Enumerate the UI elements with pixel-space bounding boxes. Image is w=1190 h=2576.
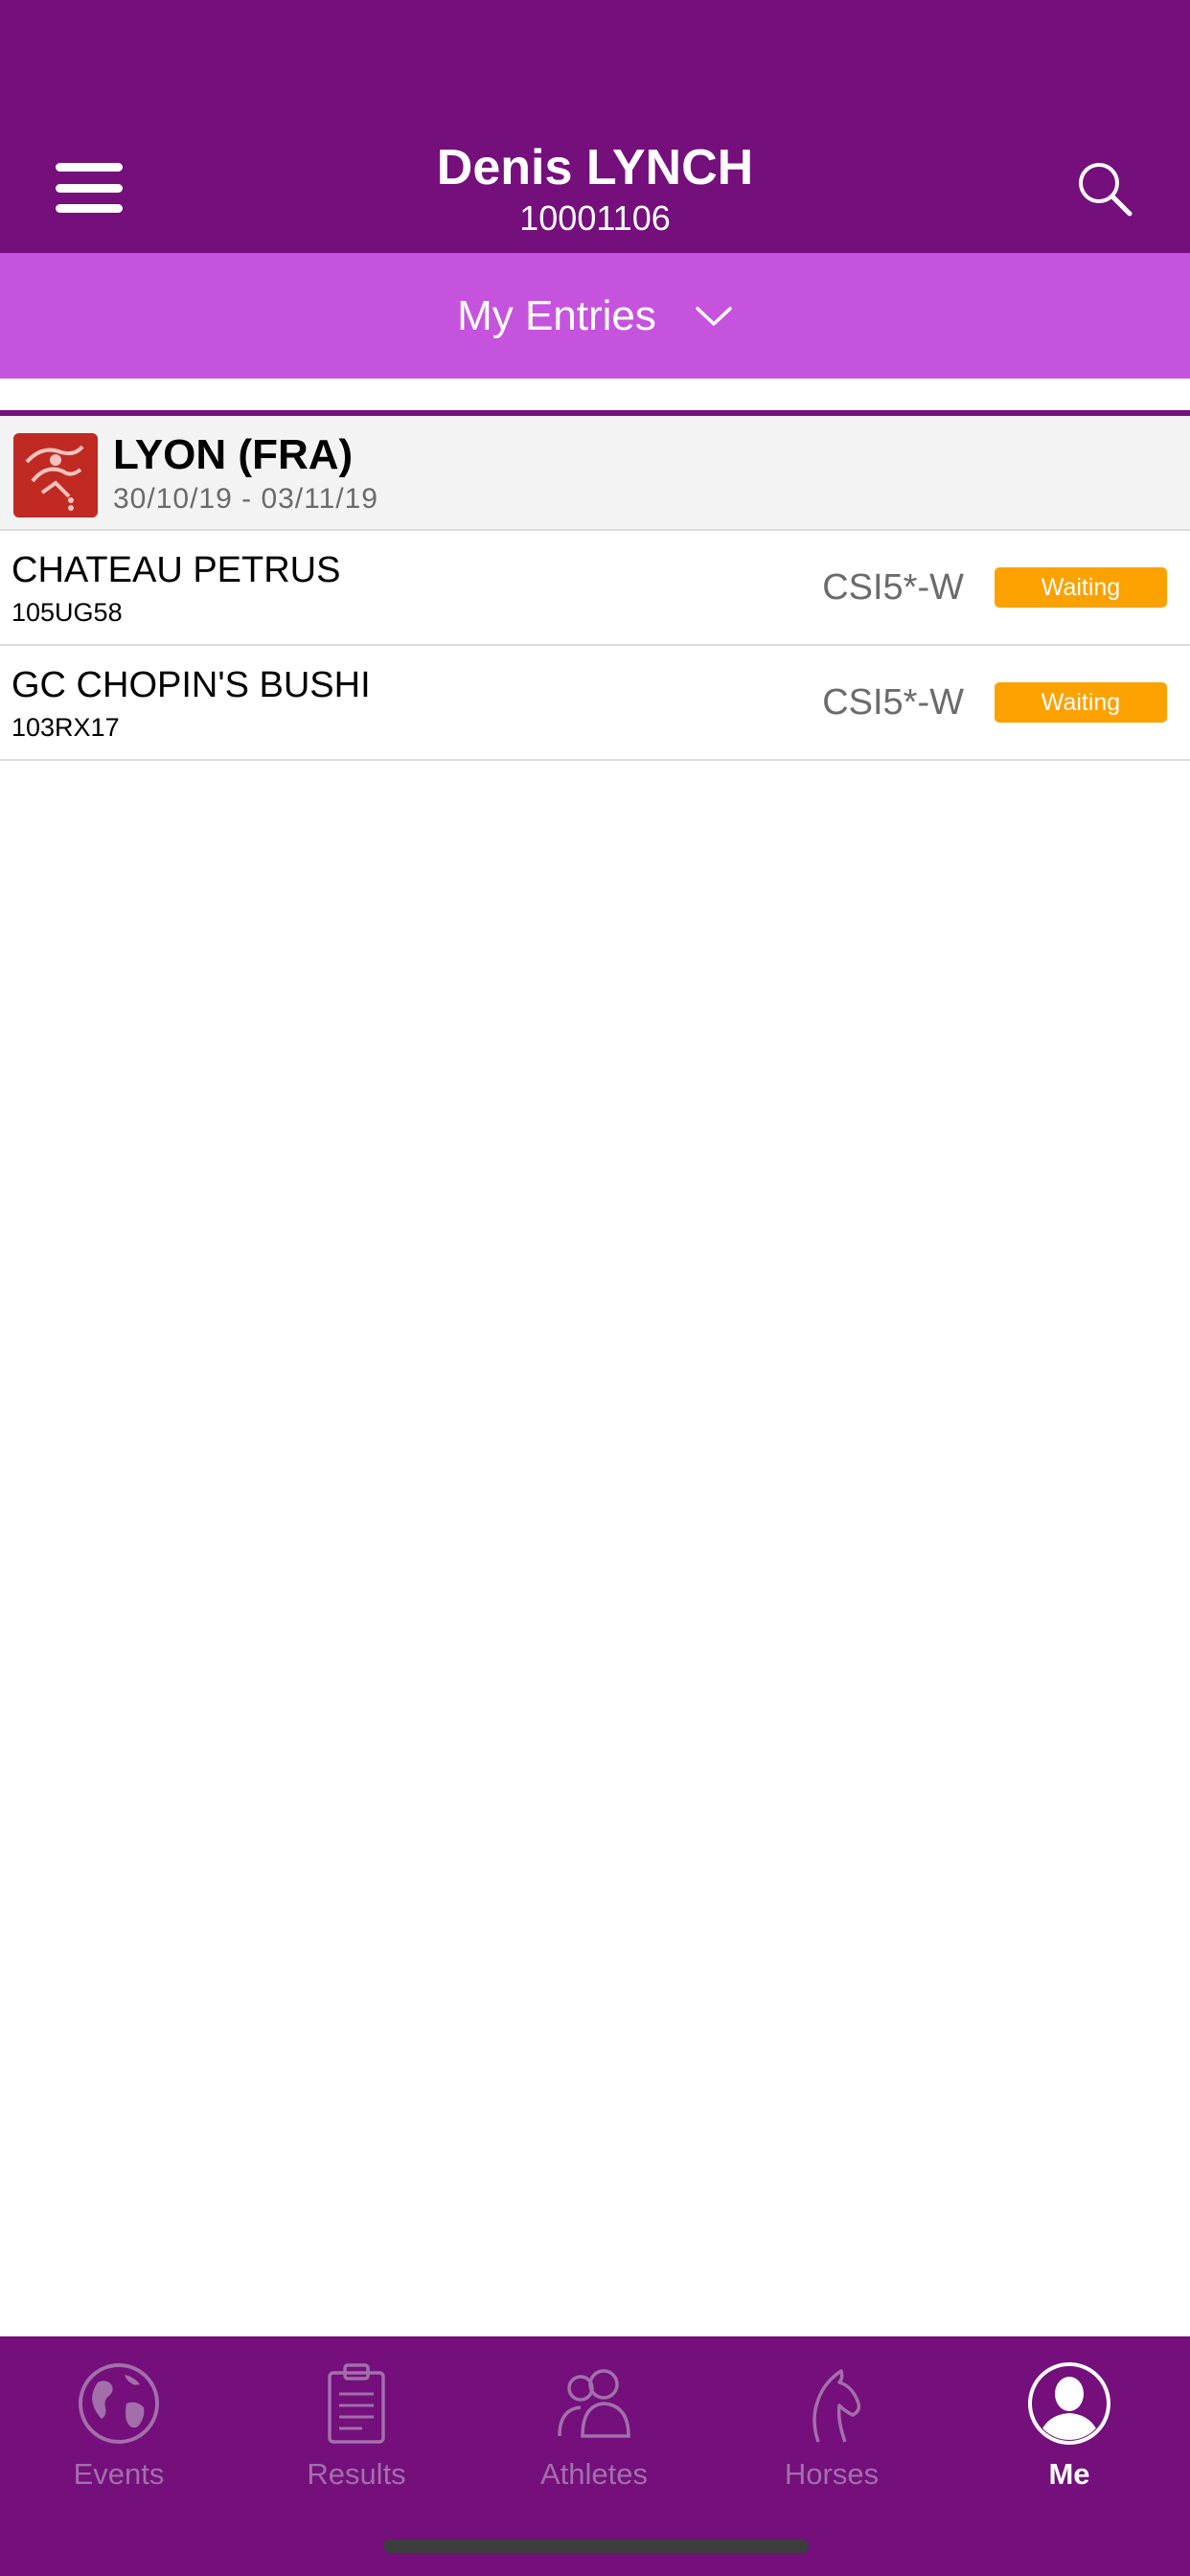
- horse-id: 105UG58: [11, 598, 123, 627]
- people-icon: [558, 2369, 630, 2438]
- chevron-down-icon: [696, 306, 732, 326]
- search-icon[interactable]: [1075, 159, 1134, 218]
- tab-events[interactable]: Events: [0, 2350, 238, 2532]
- clipboard-icon: [328, 2363, 385, 2444]
- show-jumping-logo-icon: [13, 433, 98, 518]
- horse-name: GC CHOPIN'S BUSHI: [11, 665, 371, 705]
- competition-class: CSI5*-W: [822, 567, 964, 608]
- event-dates: 30/10/19 - 03/11/19: [113, 483, 378, 515]
- home-indicator[interactable]: [383, 2540, 809, 2553]
- tab-label: Horses: [784, 2457, 880, 2491]
- entry-row[interactable]: CHATEAU PETRUS 105UG58 CSI5*-W Waiting: [0, 531, 1190, 646]
- athlete-name: Denis LYNCH: [436, 140, 754, 196]
- horse-head-icon: [812, 2369, 861, 2443]
- tab-label: Me: [1048, 2457, 1090, 2491]
- tab-results[interactable]: Results: [238, 2350, 475, 2532]
- horse-id: 103RX17: [11, 713, 120, 742]
- entries-filter-dropdown[interactable]: My Entries: [0, 253, 1190, 379]
- app-screen: Denis LYNCH 10001106 My Entries LYON (FR…: [0, 0, 1190, 2576]
- tab-athletes[interactable]: Athletes: [475, 2350, 713, 2532]
- tab-label: Results: [307, 2457, 406, 2491]
- tab-me[interactable]: Me: [950, 2350, 1188, 2532]
- status-badge: Waiting: [995, 567, 1167, 608]
- tab-label: Athletes: [539, 2457, 648, 2491]
- athlete-id: 10001106: [519, 198, 671, 238]
- user-icon: [1028, 2362, 1110, 2445]
- status-badge: Waiting: [995, 682, 1167, 723]
- globe-icon: [79, 2363, 159, 2444]
- competition-class: CSI5*-W: [822, 682, 964, 723]
- dropdown-label: My Entries: [457, 291, 656, 339]
- horse-name: CHATEAU PETRUS: [11, 550, 341, 590]
- tab-horses[interactable]: Horses: [713, 2350, 950, 2532]
- entry-row[interactable]: GC CHOPIN'S BUSHI 103RX17 CSI5*-W Waitin…: [0, 646, 1190, 761]
- event-header[interactable]: LYON (FRA) 30/10/19 - 03/11/19: [0, 416, 1190, 531]
- tab-label: Events: [73, 2457, 165, 2491]
- top-header: Denis LYNCH 10001106: [0, 0, 1190, 253]
- event-title: LYON (FRA): [113, 431, 354, 478]
